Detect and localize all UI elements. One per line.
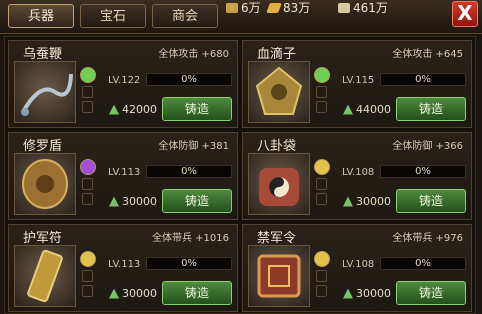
- whip-icon[interactable]: [14, 61, 76, 123]
- gem-slot-icon[interactable]: [80, 67, 96, 83]
- token-icon[interactable]: [248, 245, 310, 307]
- item-stat: 全体攻击 +645: [392, 49, 463, 60]
- lock-icon: [82, 101, 93, 113]
- progress-bar: 0%: [146, 165, 232, 178]
- item-card: 乌蚕鞭 全体攻击 +680 LV.122 0% 42000 铸造: [8, 40, 238, 128]
- lock-icon: [82, 178, 93, 190]
- cost-value: 44000: [356, 103, 391, 116]
- item-level: LV.113: [108, 259, 141, 270]
- item-level: LV.122: [108, 75, 141, 86]
- gem-slot-icon[interactable]: [314, 67, 330, 83]
- close-button[interactable]: X: [452, 1, 478, 27]
- resource-gold: 83万: [266, 0, 311, 16]
- tally-icon[interactable]: [14, 245, 76, 307]
- item-stat: 全体攻击 +680: [158, 49, 229, 60]
- lock-icon: [82, 86, 93, 98]
- gem-slot-icon[interactable]: [314, 251, 330, 267]
- cost-value: 30000: [356, 287, 391, 300]
- item-name: 禁军令: [257, 231, 297, 246]
- cost-icon: [343, 288, 353, 299]
- forge-button[interactable]: 铸造: [396, 189, 466, 213]
- lock-icon: [316, 285, 327, 297]
- gem-slot-icon[interactable]: [314, 159, 330, 175]
- tab-chamber[interactable]: 商会: [152, 4, 218, 28]
- lock-icon: [316, 270, 327, 282]
- item-card: 八卦袋 全体防御 +366 LV.108 0% 30000 铸造: [242, 132, 472, 220]
- gem-slot-icon[interactable]: [80, 159, 96, 175]
- forge-cost: 30000: [109, 287, 157, 300]
- forge-button[interactable]: 铸造: [396, 281, 466, 305]
- forge-cost: 42000: [109, 103, 157, 116]
- wood-amount: 461万: [353, 1, 388, 15]
- lock-icon: [316, 178, 327, 190]
- equipment-panel: 乌蚕鞭 全体攻击 +680 LV.122 0% 42000 铸造 血滴子 全体攻…: [4, 36, 476, 314]
- cost-value: 30000: [356, 195, 391, 208]
- gem-slot-icon[interactable]: [80, 251, 96, 267]
- progress-bar: 0%: [146, 257, 232, 270]
- forge-cost: 30000: [343, 195, 391, 208]
- item-name: 乌蚕鞭: [23, 47, 63, 62]
- cost-icon: [343, 104, 353, 115]
- silver-amount: 6万: [241, 1, 261, 15]
- cost-value: 42000: [122, 103, 157, 116]
- gold-bar-icon: [266, 3, 282, 13]
- shield-icon[interactable]: [14, 153, 76, 215]
- item-stat: 全体防御 +366: [392, 141, 463, 152]
- resource-wood: 461万: [338, 0, 388, 16]
- lock-icon: [316, 86, 327, 98]
- forge-cost: 30000: [109, 195, 157, 208]
- cost-icon: [109, 288, 119, 299]
- cost-value: 30000: [122, 195, 157, 208]
- item-name: 修罗盾: [23, 139, 63, 154]
- lock-icon: [82, 193, 93, 205]
- progress-bar: 0%: [380, 73, 466, 86]
- item-level: LV.108: [342, 259, 375, 270]
- item-stat: 全体带兵 +1016: [151, 233, 229, 244]
- cost-icon: [343, 196, 353, 207]
- tab-weapons[interactable]: 兵器: [8, 4, 74, 28]
- cost-value: 30000: [122, 287, 157, 300]
- forge-button[interactable]: 铸造: [162, 97, 232, 121]
- lock-icon: [82, 270, 93, 282]
- cost-icon: [109, 104, 119, 115]
- forge-button[interactable]: 铸造: [162, 281, 232, 305]
- item-level: LV.115: [342, 75, 375, 86]
- wood-icon: [338, 3, 350, 13]
- blood-drop-weapon-icon[interactable]: [248, 61, 310, 123]
- progress-bar: 0%: [380, 165, 466, 178]
- forge-cost: 30000: [343, 287, 391, 300]
- top-bar: 兵器 宝石 商会 6万 83万 461万 X: [0, 0, 482, 34]
- gold-amount: 83万: [283, 1, 311, 15]
- item-level: LV.113: [108, 167, 141, 178]
- item-card: 禁军令 全体带兵 +976 LV.108 0% 30000 铸造: [242, 224, 472, 312]
- item-name: 血滴子: [257, 47, 297, 62]
- forge-button[interactable]: 铸造: [396, 97, 466, 121]
- lock-icon: [316, 101, 327, 113]
- forge-button[interactable]: 铸造: [162, 189, 232, 213]
- lock-icon: [82, 285, 93, 297]
- tab-gems[interactable]: 宝石: [80, 4, 146, 28]
- resource-silver: 6万: [226, 0, 261, 16]
- item-name: 八卦袋: [257, 139, 297, 154]
- bagua-bag-icon[interactable]: [248, 153, 310, 215]
- item-card: 血滴子 全体攻击 +645 LV.115 0% 44000 铸造: [242, 40, 472, 128]
- item-name: 护军符: [23, 231, 63, 246]
- item-card: 修罗盾 全体防御 +381 LV.113 0% 30000 铸造: [8, 132, 238, 220]
- cost-icon: [109, 196, 119, 207]
- item-level: LV.108: [342, 167, 375, 178]
- item-card: 护军符 全体带兵 +1016 LV.113 0% 30000 铸造: [8, 224, 238, 312]
- progress-bar: 0%: [380, 257, 466, 270]
- silver-icon: [226, 3, 238, 13]
- forge-cost: 44000: [343, 103, 391, 116]
- item-stat: 全体防御 +381: [158, 141, 229, 152]
- item-stat: 全体带兵 +976: [392, 233, 463, 244]
- progress-bar: 0%: [146, 73, 232, 86]
- lock-icon: [316, 193, 327, 205]
